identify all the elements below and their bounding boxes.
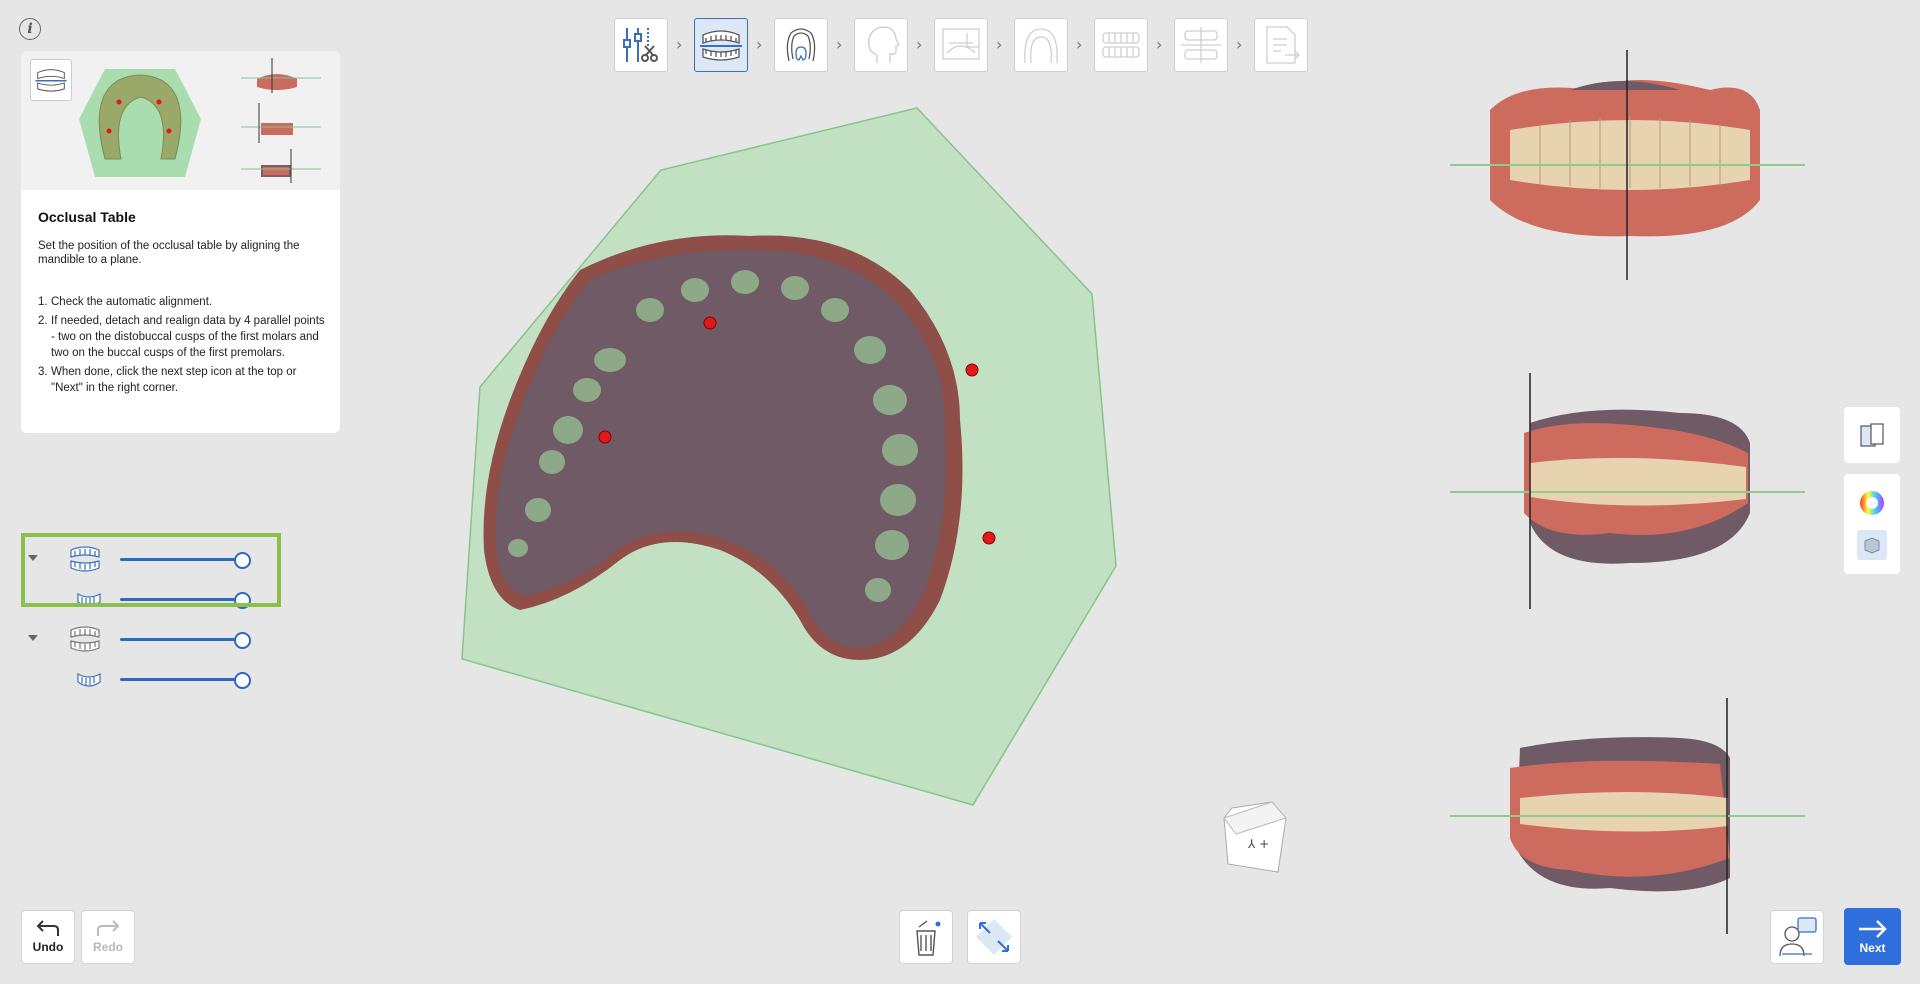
svg-text:⅄ +: ⅄ + <box>1247 837 1269 851</box>
side-view-pane[interactable] <box>1450 373 1810 609</box>
next-label: Next <box>1859 940 1886 955</box>
step-xray-align[interactable] <box>934 18 988 72</box>
undo-button[interactable]: Undo <box>21 910 75 964</box>
opacity-slider-track[interactable] <box>120 678 248 681</box>
redo-icon <box>97 920 120 936</box>
chevron-right-icon: › <box>996 35 1003 54</box>
jaw-arch-icon <box>35 69 67 92</box>
step-data-prep[interactable] <box>614 18 668 72</box>
rear-view-pane[interactable] <box>1450 698 1810 934</box>
occlusal-table-thumb <box>30 59 72 101</box>
color-wheel-icon <box>1860 491 1884 515</box>
help-guide-button[interactable] <box>1770 910 1824 964</box>
guide-steps: 1. Check the automatic alignment. 2. If ne… <box>38 294 330 399</box>
guide-title: Occlusal Table <box>38 209 136 225</box>
teeth-icon <box>1102 32 1140 58</box>
step-face-scan[interactable] <box>854 18 908 72</box>
main-3d-viewport[interactable] <box>440 100 1140 820</box>
opacity-slider-handle[interactable] <box>234 672 251 689</box>
selected-group-highlight <box>21 533 281 607</box>
step-smile-design[interactable] <box>1094 18 1148 72</box>
chevron-right-icon: › <box>756 35 763 54</box>
xray-icon <box>942 28 980 60</box>
view-layout-button[interactable] <box>1844 407 1900 463</box>
opacity-slider-track[interactable] <box>120 638 248 641</box>
undo-icon <box>36 920 59 936</box>
expand-arrows-icon <box>976 919 1012 955</box>
face-profile-icon <box>867 26 900 63</box>
redo-button[interactable]: Redo <box>81 910 135 964</box>
arrow-right-icon <box>1858 919 1887 938</box>
chevron-right-icon: › <box>676 35 683 54</box>
step-export[interactable] <box>1254 18 1308 72</box>
next-button[interactable]: Next <box>1844 908 1901 965</box>
view-cube[interactable]: ⅄ + <box>1222 798 1288 874</box>
display-tools <box>1844 474 1900 574</box>
guide-panel: Occlusal Table Set the position of the o… <box>21 51 340 433</box>
guide-step: 3. When done, click the next step icon at… <box>38 366 297 394</box>
solid-mode-button[interactable] <box>1857 530 1887 560</box>
align-tools-icon <box>623 28 658 62</box>
texture-color-button[interactable] <box>1857 488 1887 523</box>
redo-label: Redo <box>93 940 123 954</box>
guide-person-icon <box>1779 917 1817 957</box>
step-bite-design[interactable] <box>1174 18 1228 72</box>
info-icon: i <box>27 21 33 37</box>
arch-icon <box>1024 28 1058 64</box>
undo-label: Undo <box>32 940 64 954</box>
jaw-arch-icon <box>700 30 742 61</box>
tree-row-group-2-child[interactable] <box>24 664 251 694</box>
guide-step: 1. Check the automatic alignment. <box>38 296 213 308</box>
guide-description: Set the position of the occlusal table b… <box>38 240 300 266</box>
info-button[interactable]: i <box>19 18 41 40</box>
bite-icon <box>1181 27 1221 63</box>
chevron-right-icon: › <box>1076 35 1083 54</box>
arch-plane-illustration <box>79 69 201 177</box>
guide-step: 2. If needed, detach and realign data by … <box>38 315 325 359</box>
view-thumbnails <box>241 58 321 183</box>
chevron-right-icon: › <box>836 35 843 54</box>
jaw-group-icon <box>70 626 100 652</box>
opacity-slider-handle[interactable] <box>234 632 251 649</box>
fit-view-button[interactable] <box>967 910 1021 964</box>
mandible-icon <box>77 672 101 687</box>
step-arch-design[interactable] <box>1014 18 1068 72</box>
guide-illustration <box>21 51 340 190</box>
delete-data-button[interactable] <box>899 910 953 964</box>
chevron-right-icon: › <box>916 35 923 54</box>
step-occlusal-table[interactable] <box>694 18 748 72</box>
export-doc-icon <box>1266 26 1300 64</box>
tree-row-group-2[interactable] <box>24 624 251 654</box>
tooth-chart-icon <box>786 28 816 62</box>
cube-solid-icon <box>1864 537 1880 554</box>
chevron-right-icon: › <box>1156 35 1163 54</box>
split-view-icon <box>1860 423 1884 447</box>
step-tooth-info[interactable] <box>774 18 828 72</box>
front-view-pane[interactable] <box>1450 50 1810 280</box>
trash-icon <box>916 920 941 956</box>
chevron-right-icon: › <box>1236 35 1243 54</box>
collapse-triangle-icon[interactable] <box>28 635 38 641</box>
